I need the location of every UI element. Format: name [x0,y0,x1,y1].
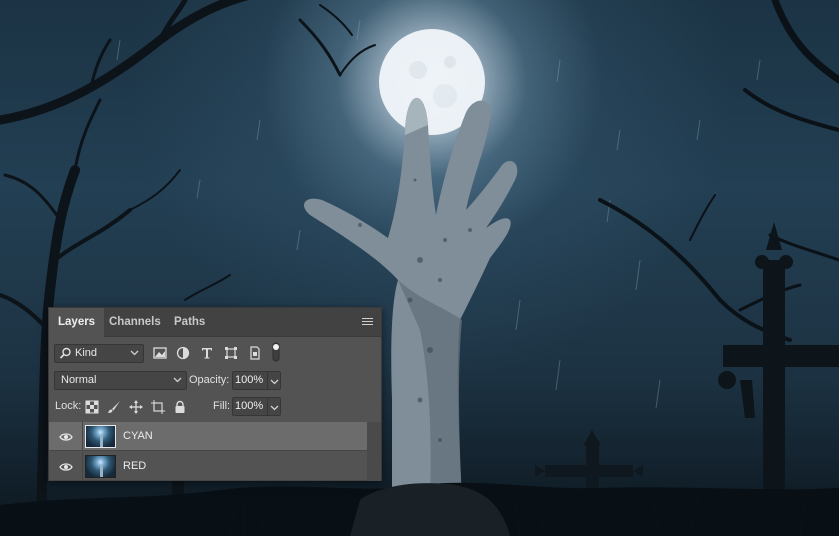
visibility-column-divider [82,422,83,451]
layer-row-cyan[interactable]: CYAN [49,422,367,451]
eye-icon[interactable] [59,462,73,472]
layers-list: CYAN RED [49,422,381,481]
filter-kind-select[interactable]: Kind [54,344,144,363]
layer-thumbnail [85,455,116,478]
fill-dropdown-button[interactable] [267,397,281,416]
lock-position-icon[interactable] [129,400,143,414]
lock-all-icon[interactable] [173,400,187,414]
blend-mode-select[interactable]: Normal [54,371,187,390]
chevron-down-icon [173,377,182,383]
filter-kind-label: Kind [75,347,98,359]
search-icon [59,347,71,359]
layers-scrollbar[interactable] [367,422,381,481]
lock-transparent-icon[interactable] [85,400,99,414]
adjustment-filter-icon[interactable] [176,346,190,360]
layer-filter-row: Kind [49,342,381,366]
visibility-column-divider [82,452,83,481]
lock-row: Lock: Fill: 100% [49,396,381,418]
filter-toggle-icon[interactable] [271,342,281,362]
image-filter-icon[interactable] [153,346,167,360]
layer-name[interactable]: RED [123,460,146,472]
panel-menu-icon[interactable] [362,318,373,327]
layers-panel: Layers Channels Paths Kind Normal Opacit… [48,307,382,481]
opacity-dropdown-button[interactable] [267,371,281,390]
type-filter-icon[interactable] [200,346,214,360]
layer-row-red[interactable]: RED [49,452,367,481]
smart-object-filter-icon[interactable] [248,346,262,360]
chevron-down-icon [270,405,279,411]
eye-icon[interactable] [59,432,73,442]
layer-name[interactable]: CYAN [123,430,153,442]
chevron-down-icon [130,350,139,356]
panel-tab-bar: Layers Channels Paths [49,308,381,338]
blend-row: Normal Opacity: 100% [49,370,381,392]
opacity-label: Opacity: [189,374,230,386]
tab-channels[interactable]: Channels [100,308,170,337]
lock-artboard-icon[interactable] [151,400,165,414]
shape-filter-icon[interactable] [224,346,238,360]
tab-layers[interactable]: Layers [49,308,105,338]
blend-mode-value: Normal [61,374,97,386]
fill-label: Fill: [213,400,231,412]
layer-thumbnail [85,425,116,448]
tab-paths[interactable]: Paths [165,308,214,337]
lock-label: Lock: [55,400,82,412]
chevron-down-icon [270,379,279,385]
lock-image-icon[interactable] [107,400,121,414]
